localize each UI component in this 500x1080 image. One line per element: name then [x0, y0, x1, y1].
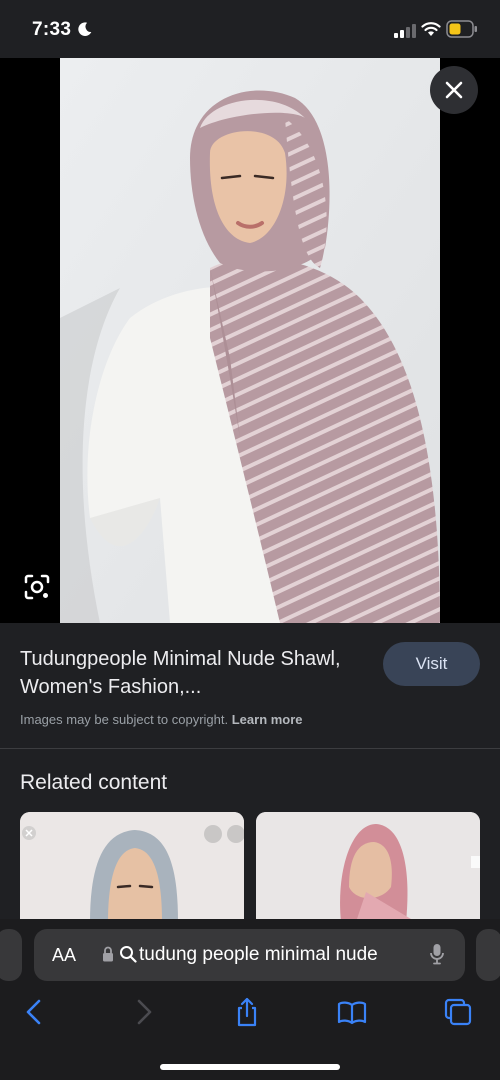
related-card[interactable]: [256, 812, 480, 922]
close-icon: [445, 81, 463, 99]
battery-icon: [446, 20, 477, 38]
bookmarks-icon[interactable]: [337, 997, 367, 1027]
divider: [0, 748, 500, 749]
related-image: [256, 812, 480, 922]
close-button[interactable]: [430, 66, 478, 114]
lens-icon[interactable]: [22, 572, 52, 602]
status-time: 7:33: [32, 19, 72, 40]
tabs-icon[interactable]: [443, 997, 473, 1027]
signal-icon: [394, 24, 416, 38]
visit-button[interactable]: Visit: [383, 642, 480, 686]
result-image[interactable]: [60, 58, 440, 623]
lock-icon: [103, 946, 113, 962]
home-indicator[interactable]: [160, 1064, 340, 1070]
moon-icon: [78, 22, 92, 37]
back-icon[interactable]: [20, 997, 50, 1027]
image-viewer: [0, 58, 500, 623]
result-title[interactable]: Tudungpeople Minimal Nude Shawl, Women's…: [20, 645, 360, 701]
url-text: tudung people minimal nude: [139, 944, 378, 965]
next-tab-preview[interactable]: [476, 929, 500, 981]
forward-icon[interactable]: [128, 997, 158, 1027]
microphone-icon[interactable]: [430, 943, 444, 965]
search-icon: [120, 946, 137, 963]
reader-options-button[interactable]: AA: [52, 945, 76, 966]
related-card[interactable]: [20, 812, 244, 922]
status-bar: 7:33: [0, 0, 500, 58]
wifi-icon: [421, 22, 441, 36]
learn-more-link[interactable]: Learn more: [232, 712, 303, 727]
share-icon[interactable]: [232, 997, 262, 1027]
related-content-heading: Related content: [20, 771, 168, 794]
copyright-text: Images may be subject to copyright.: [20, 712, 229, 727]
copyright-notice: Images may be subject to copyright. Lear…: [20, 712, 303, 727]
result-info-panel: Tudungpeople Minimal Nude Shawl, Women's…: [0, 623, 500, 748]
address-bar[interactable]: AA tudung people minimal nude: [34, 929, 465, 981]
previous-tab-preview[interactable]: [0, 929, 22, 981]
related-image: [20, 812, 244, 922]
